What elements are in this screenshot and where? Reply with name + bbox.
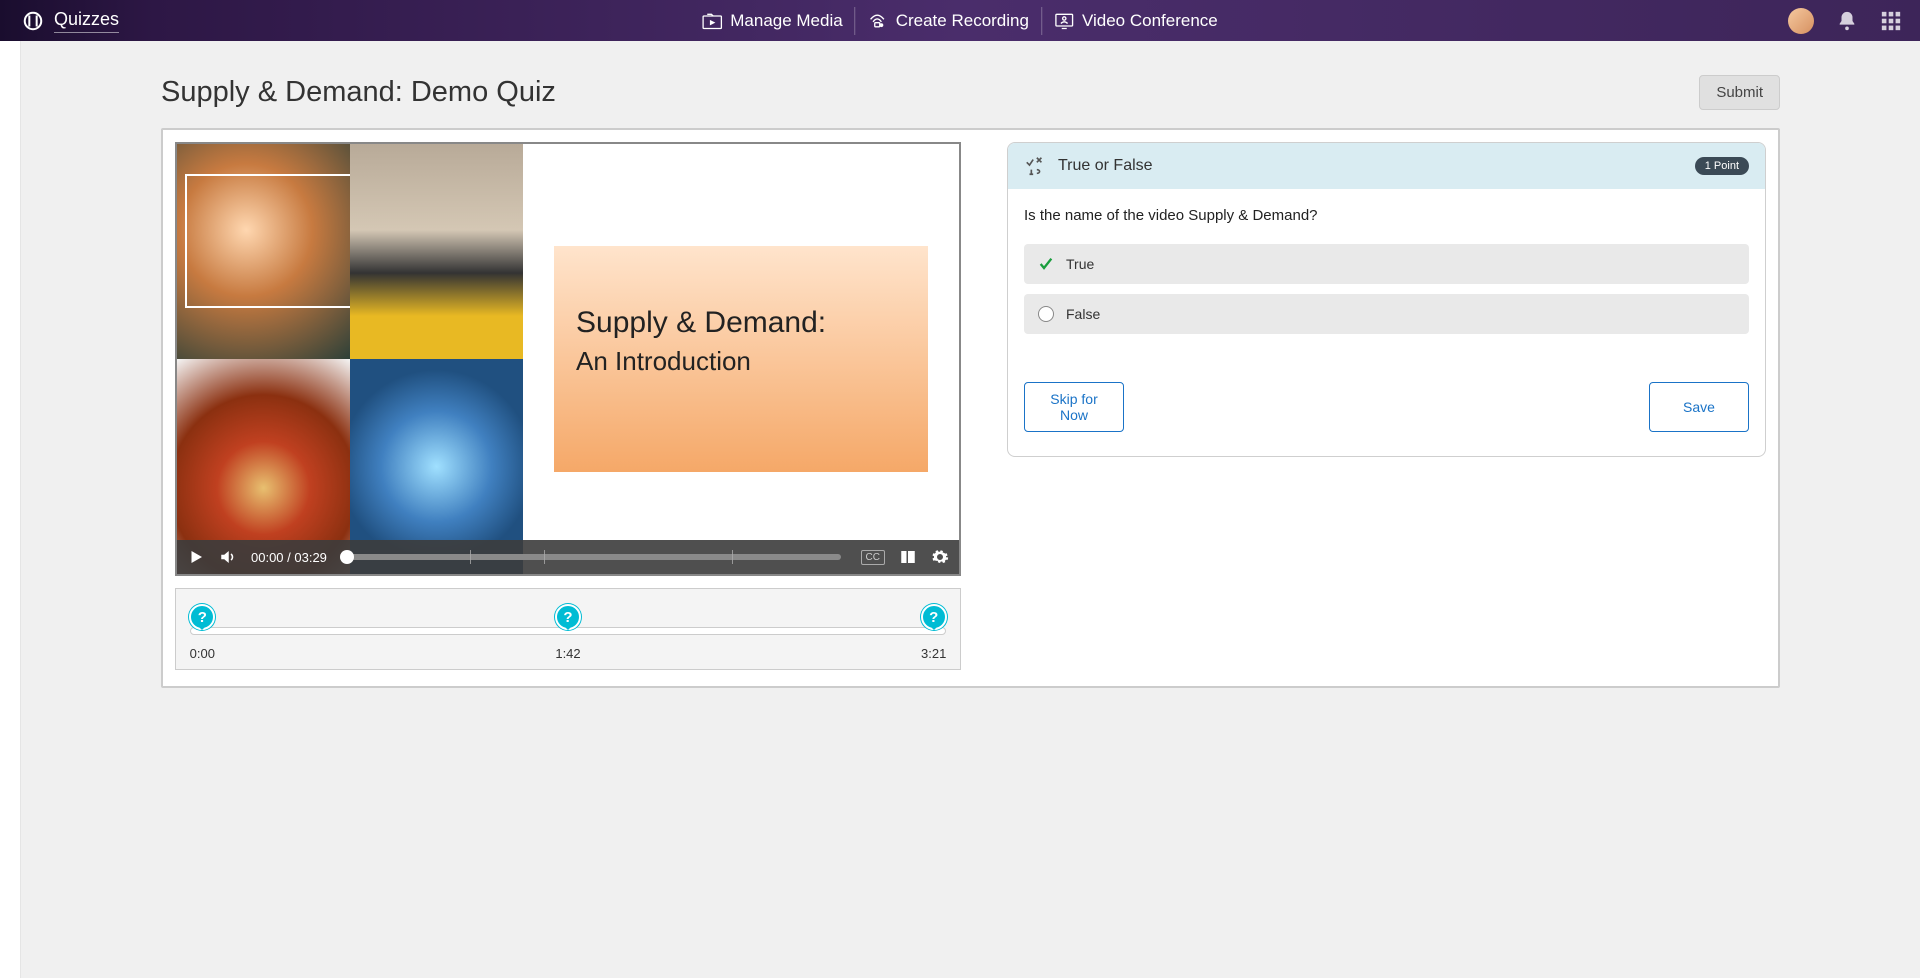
layout-icon[interactable]: [899, 548, 917, 566]
answer-option-true[interactable]: True: [1024, 244, 1749, 284]
timeline-time-label: 1:42: [555, 646, 580, 661]
question-text: Is the name of the video Supply & Demand…: [1024, 207, 1749, 224]
nav-create-recording[interactable]: Create Recording: [856, 7, 1042, 35]
submit-button[interactable]: Submit: [1699, 75, 1780, 110]
brand-logo-icon: [22, 10, 44, 32]
nav-manage-media[interactable]: Manage Media: [690, 7, 855, 35]
question-marker[interactable]: ?: [555, 604, 581, 630]
topbar-right: [1788, 8, 1902, 34]
progress-bar[interactable]: [347, 554, 841, 560]
question-points-badge: 1 Point: [1695, 157, 1749, 175]
create-recording-icon: [868, 12, 888, 30]
video-column: Supply & Demand: An Introduction 00:00 /…: [175, 142, 961, 674]
city-tile: [350, 144, 523, 359]
radio-empty-icon: [1038, 306, 1054, 322]
timeline-time-label: 0:00: [190, 646, 215, 661]
nav-video-conference-label: Video Conference: [1082, 11, 1218, 31]
nav-manage-media-label: Manage Media: [730, 11, 842, 31]
nav-video-conference[interactable]: Video Conference: [1042, 7, 1230, 35]
question-card: True or False 1 Point Is the name of the…: [1007, 142, 1766, 457]
checkmark-icon: [1038, 256, 1054, 272]
slide-area: Supply & Demand: An Introduction: [523, 144, 959, 574]
progress-tick: [544, 550, 545, 564]
question-column: True or False 1 Point Is the name of the…: [1007, 142, 1766, 674]
answer-true-label: True: [1066, 256, 1094, 272]
manage-media-icon: [702, 12, 722, 30]
user-avatar[interactable]: [1788, 8, 1814, 34]
page-label: Quizzes: [54, 9, 119, 33]
time-display: 00:00 / 03:29: [251, 550, 327, 565]
quiz-panel: Supply & Demand: An Introduction 00:00 /…: [161, 128, 1780, 688]
top-navbar: Quizzes Manage Media Create Recording Vi…: [0, 0, 1920, 41]
slide-card: Supply & Demand: An Introduction: [554, 246, 928, 472]
apps-grid-icon[interactable]: [1880, 10, 1902, 32]
video-controls: 00:00 / 03:29 CC: [177, 540, 959, 574]
nav-create-recording-label: Create Recording: [896, 11, 1029, 31]
video-frame-content: Supply & Demand: An Introduction: [177, 144, 959, 574]
volume-icon[interactable]: [219, 548, 237, 566]
closed-caption-button[interactable]: CC: [861, 550, 885, 565]
video-thumbnail-grid: [177, 144, 523, 574]
skip-button[interactable]: Skip for Now: [1024, 382, 1124, 432]
true-false-icon: [1024, 155, 1046, 177]
question-marker[interactable]: ?: [189, 604, 215, 630]
question-actions: Skip for Now Save: [1024, 382, 1749, 432]
question-header: True or False 1 Point: [1008, 143, 1765, 189]
progress-handle[interactable]: [340, 550, 354, 564]
settings-gear-icon[interactable]: [931, 548, 949, 566]
slide-subtitle: An Introduction: [576, 346, 906, 377]
save-answer-button[interactable]: Save: [1649, 382, 1749, 432]
question-type-label: True or False: [1058, 157, 1683, 175]
play-icon[interactable]: [187, 548, 205, 566]
timeline-track[interactable]: ? 0:00 ? 1:42 ? 3:21: [190, 627, 946, 635]
answer-option-false[interactable]: False: [1024, 294, 1749, 334]
timeline-time-label: 3:21: [921, 646, 946, 661]
slide-title: Supply & Demand:: [576, 306, 906, 340]
notifications-icon[interactable]: [1836, 10, 1858, 32]
topbar-center-nav: Manage Media Create Recording Video Conf…: [690, 7, 1230, 35]
progress-tick: [470, 550, 471, 564]
answer-false-label: False: [1066, 306, 1100, 322]
topbar-brand: Quizzes: [22, 9, 119, 33]
progress-tick: [732, 550, 733, 564]
video-player: Supply & Demand: An Introduction 00:00 /…: [175, 142, 961, 576]
question-marker[interactable]: ?: [921, 604, 947, 630]
presenter-tile: [177, 144, 350, 359]
question-body: Is the name of the video Supply & Demand…: [1008, 189, 1765, 456]
content-header: Supply & Demand: Demo Quiz Submit: [161, 75, 1780, 110]
quiz-title: Supply & Demand: Demo Quiz: [161, 76, 556, 109]
content-area: Supply & Demand: Demo Quiz Submit: [20, 41, 1920, 978]
presenter-overlay-frame: [185, 174, 350, 308]
question-timeline: ? 0:00 ? 1:42 ? 3:21: [175, 588, 961, 670]
video-conference-icon: [1054, 12, 1074, 30]
